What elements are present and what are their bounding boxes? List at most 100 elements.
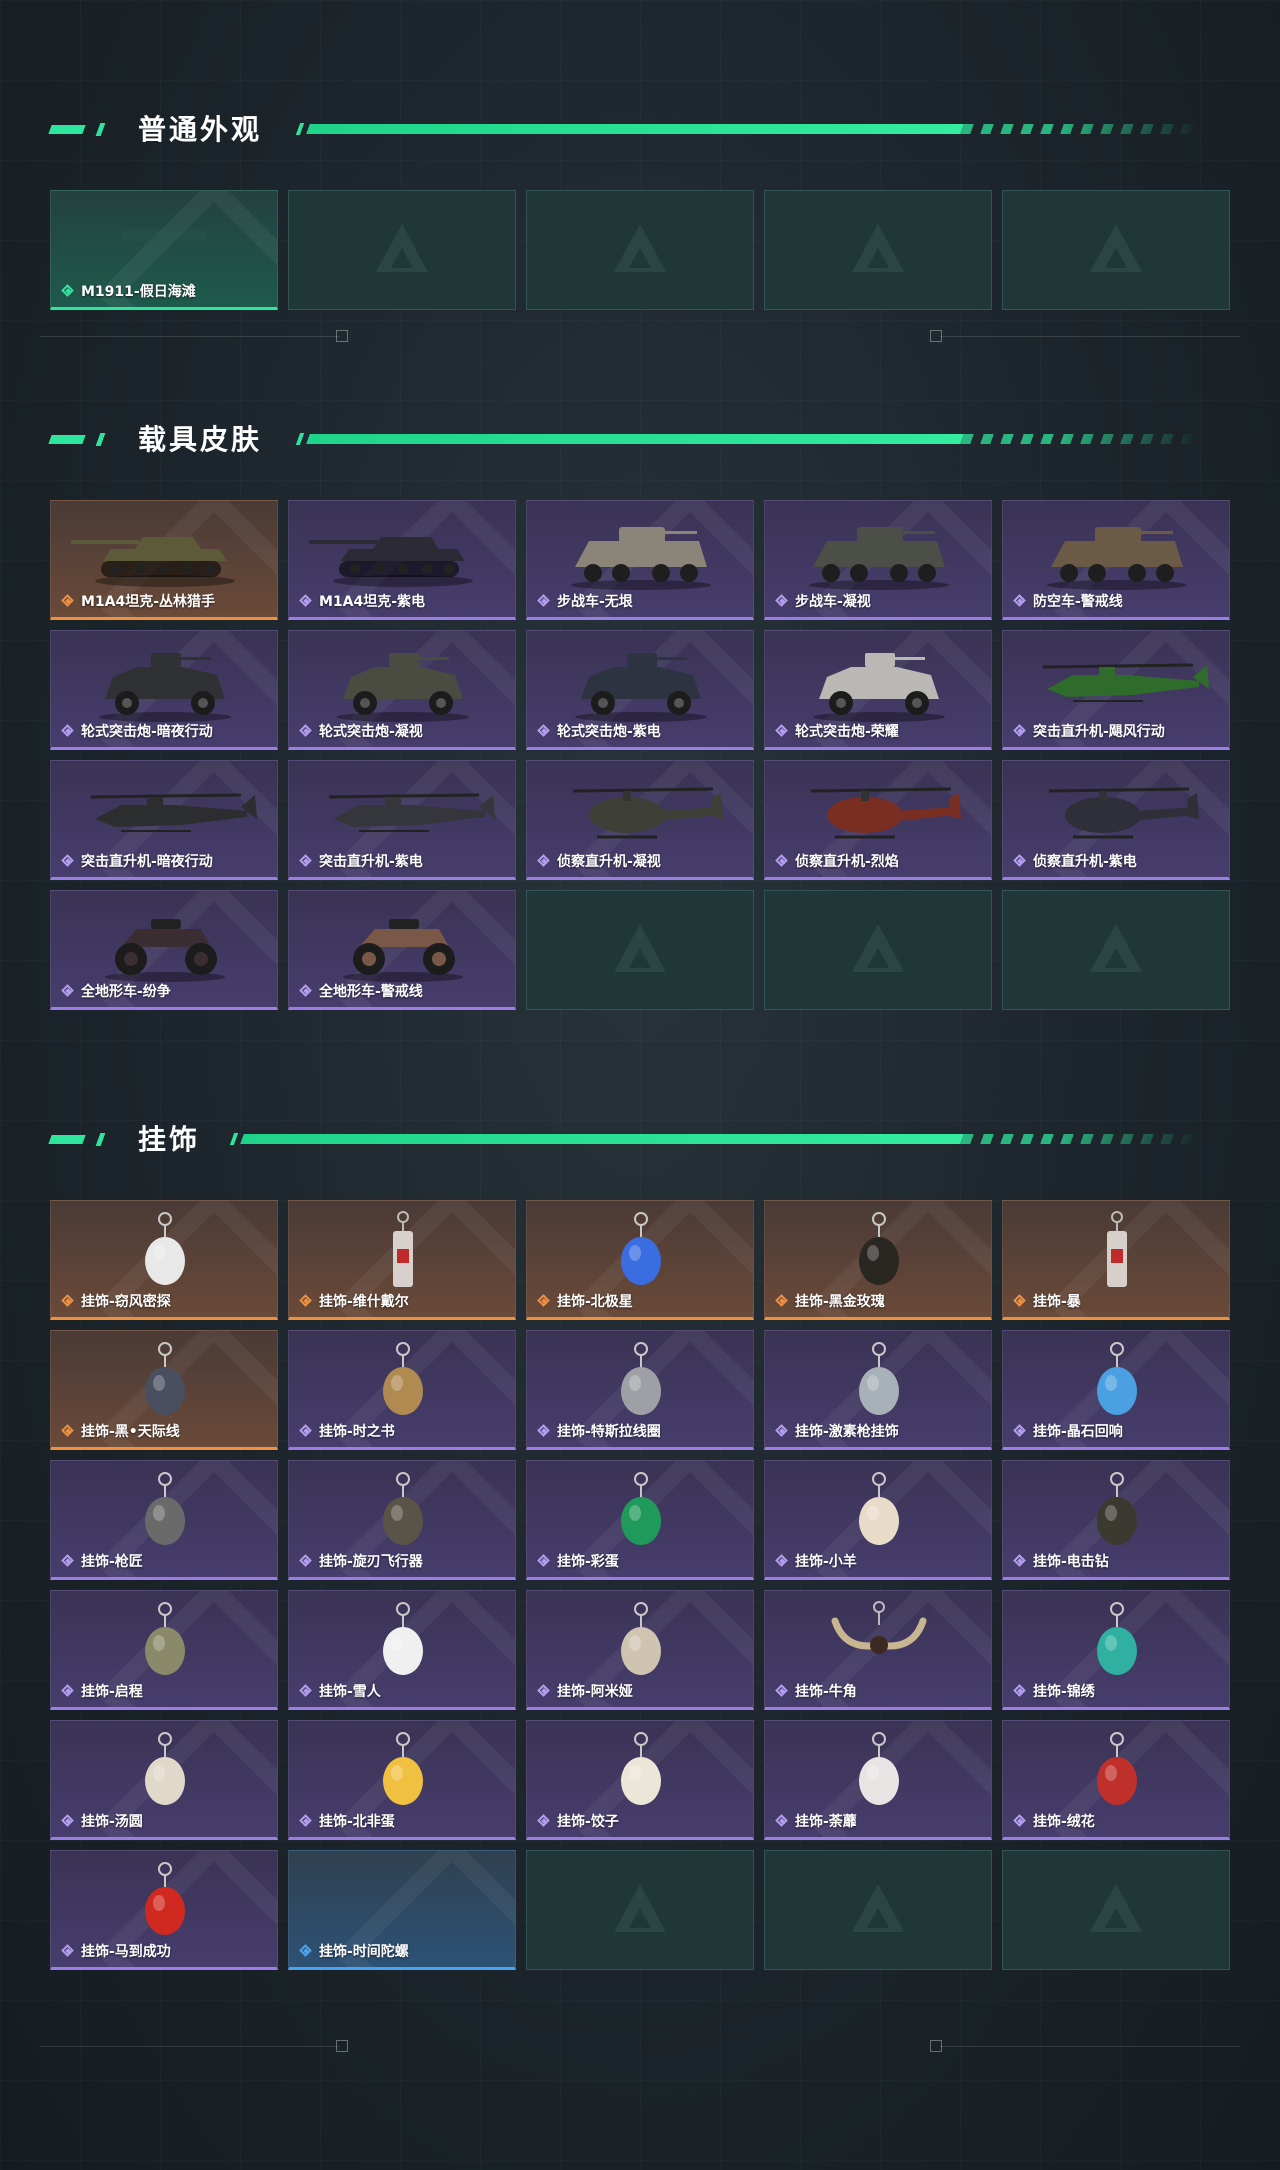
item-label: 挂饰-锦绣 — [1013, 1681, 1223, 1701]
item-name: 挂饰-荼蘼 — [795, 1814, 857, 1830]
item-card[interactable]: M1A4坦克-丛林猎手 — [50, 500, 278, 620]
item-image — [765, 509, 991, 595]
item-label: 轮式突击炮-暗夜行动 — [61, 721, 271, 741]
rarity-diamond-icon — [299, 1554, 313, 1568]
placeholder-logo-cutout — [867, 948, 889, 968]
item-card[interactable]: 挂饰-窃风密探 — [50, 1200, 278, 1320]
rarity-diamond-icon — [61, 594, 75, 608]
item-card[interactable]: 挂饰-黑金玫瑰 — [764, 1200, 992, 1320]
decor-line — [940, 336, 1240, 337]
item-label: 挂饰-枪匠 — [61, 1551, 271, 1571]
item-card[interactable]: 挂饰-枪匠 — [50, 1460, 278, 1580]
item-card[interactable]: 挂饰-启程 — [50, 1590, 278, 1710]
item-card[interactable]: 侦察直升机-烈焰 — [764, 760, 992, 880]
item-card[interactable]: 挂饰-黑•天际线 — [50, 1330, 278, 1450]
item-card[interactable]: 全地形车-纷争 — [50, 890, 278, 1010]
item-name: 全地形车-纷争 — [81, 984, 171, 1000]
item-image — [1003, 1599, 1229, 1685]
item-card[interactable]: M1911-假日海滩 — [50, 190, 278, 310]
item-card[interactable]: 挂饰-阿米娅 — [526, 1590, 754, 1710]
item-name: 挂饰-暴 — [1033, 1294, 1081, 1310]
item-card[interactable]: 轮式突击炮-紫电 — [526, 630, 754, 750]
item-card[interactable]: 挂饰-时间陀螺 — [288, 1850, 516, 1970]
item-card[interactable]: 挂饰-小羊 — [764, 1460, 992, 1580]
item-image — [527, 1469, 753, 1555]
item-label: 挂饰-维什戴尔 — [299, 1291, 509, 1311]
header-accent — [48, 125, 86, 134]
item-card[interactable]: 防空车-警戒线 — [1002, 500, 1230, 620]
item-card[interactable]: 挂饰-雪人 — [288, 1590, 516, 1710]
item-card[interactable]: 突击直升机-紫电 — [288, 760, 516, 880]
item-image — [1003, 639, 1229, 725]
item-card[interactable]: 突击直升机-飓风行动 — [1002, 630, 1230, 750]
item-card[interactable]: 挂饰-北极星 — [526, 1200, 754, 1320]
item-card[interactable]: 步战车-无垠 — [526, 500, 754, 620]
item-card[interactable]: 挂饰-特斯拉线圈 — [526, 1330, 754, 1450]
item-name: 挂饰-彩蛋 — [557, 1554, 619, 1570]
item-card[interactable]: 侦察直升机-凝视 — [526, 760, 754, 880]
item-label: 步战车-无垠 — [537, 591, 747, 611]
item-card[interactable]: 轮式突击炮-凝视 — [288, 630, 516, 750]
item-card[interactable]: 全地形车-警戒线 — [288, 890, 516, 1010]
rarity-diamond-icon — [537, 1814, 551, 1828]
item-name: 步战车-凝视 — [795, 594, 871, 610]
item-name: M1A4坦克-紫电 — [319, 594, 426, 610]
item-card[interactable]: 挂饰-晶石回响 — [1002, 1330, 1230, 1450]
item-card[interactable]: 步战车-凝视 — [764, 500, 992, 620]
item-card[interactable]: 挂饰-牛角 — [764, 1590, 992, 1710]
item-label: 挂饰-暴 — [1013, 1291, 1223, 1311]
header-accent — [295, 123, 305, 135]
item-card[interactable]: 挂饰-暴 — [1002, 1200, 1230, 1320]
item-card[interactable]: M1A4坦克-紫电 — [288, 500, 516, 620]
item-card[interactable]: 挂饰-绒花 — [1002, 1720, 1230, 1840]
item-card[interactable]: 挂饰-北非蛋 — [288, 1720, 516, 1840]
item-card[interactable]: 挂饰-旋刃飞行器 — [288, 1460, 516, 1580]
rarity-diamond-icon — [775, 854, 789, 868]
item-label: 挂饰-电击钻 — [1013, 1551, 1223, 1571]
item-card[interactable]: 挂饰-激素枪挂饰 — [764, 1330, 992, 1450]
empty-slot — [1002, 890, 1230, 1010]
rarity-diamond-icon — [61, 1554, 75, 1568]
rarity-diamond-icon — [299, 1814, 313, 1828]
section-title: 挂饰 — [138, 1123, 201, 1156]
item-name: 轮式突击炮-紫电 — [557, 724, 661, 740]
rarity-diamond-icon — [61, 1294, 75, 1308]
item-label: 挂饰-特斯拉线圈 — [537, 1421, 747, 1441]
rarity-diamond-icon — [775, 1424, 789, 1438]
item-card[interactable]: 轮式突击炮-暗夜行动 — [50, 630, 278, 750]
item-card[interactable]: 侦察直升机-紫电 — [1002, 760, 1230, 880]
decor-square — [930, 2040, 942, 2052]
item-card[interactable]: 挂饰-汤圆 — [50, 1720, 278, 1840]
item-label: 挂饰-马到成功 — [61, 1941, 271, 1961]
rarity-diamond-icon — [299, 984, 313, 998]
empty-slot — [764, 190, 992, 310]
item-label: 全地形车-警戒线 — [299, 981, 509, 1001]
item-image — [765, 1729, 991, 1815]
rarity-diamond-icon — [299, 1294, 313, 1308]
item-card[interactable]: 挂饰-马到成功 — [50, 1850, 278, 1970]
item-image — [289, 1339, 515, 1425]
item-name: 轮式突击炮-暗夜行动 — [81, 724, 213, 740]
item-card[interactable]: 挂饰-荼蘼 — [764, 1720, 992, 1840]
item-card[interactable]: 挂饰-时之书 — [288, 1330, 516, 1450]
item-card[interactable]: 挂饰-电击钻 — [1002, 1460, 1230, 1580]
item-image — [289, 1729, 515, 1815]
header-accent — [95, 433, 106, 446]
item-image — [289, 509, 515, 595]
item-label: 轮式突击炮-荣耀 — [775, 721, 985, 741]
item-card[interactable]: 挂饰-彩蛋 — [526, 1460, 754, 1580]
item-label: 挂饰-绒花 — [1013, 1811, 1223, 1831]
item-card[interactable]: 挂饰-锦绣 — [1002, 1590, 1230, 1710]
item-image — [51, 1469, 277, 1555]
item-card[interactable]: 突击直升机-暗夜行动 — [50, 760, 278, 880]
rarity-diamond-icon — [61, 284, 75, 298]
item-card[interactable]: 挂饰-维什戴尔 — [288, 1200, 516, 1320]
rarity-diamond-icon — [775, 594, 789, 608]
item-image — [527, 1209, 753, 1295]
rarity-diamond-icon — [299, 724, 313, 738]
item-name: M1911-假日海滩 — [81, 284, 196, 300]
item-card[interactable]: 挂饰-饺子 — [526, 1720, 754, 1840]
rarity-diamond-icon — [537, 594, 551, 608]
item-card[interactable]: 轮式突击炮-荣耀 — [764, 630, 992, 750]
section-header: 普通外观 — [0, 108, 1280, 152]
